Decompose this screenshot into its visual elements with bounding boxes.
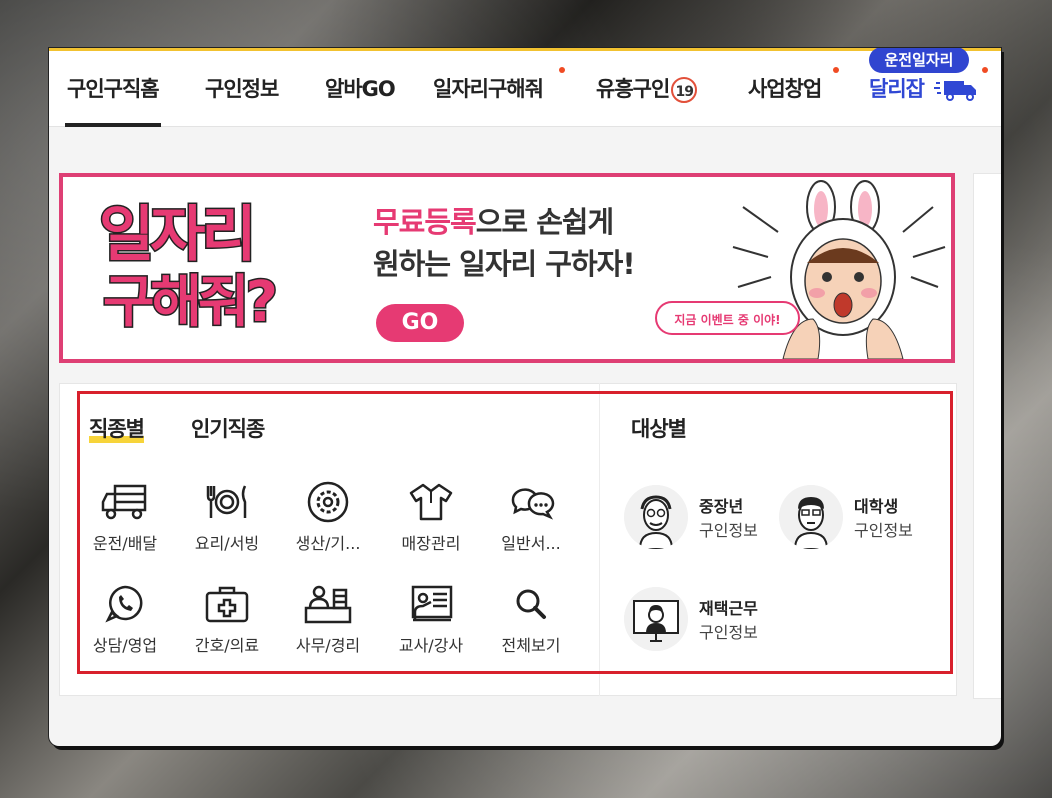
tab-label: 인기직종 xyxy=(191,417,265,441)
nav-item-business-startup[interactable]: 사업창업 xyxy=(748,73,822,103)
headline-line2: 원하는 일자리 구하자! xyxy=(373,247,636,281)
tab-by-occupation[interactable]: 직종별 xyxy=(89,413,145,443)
nav-item-dallijob[interactable]: 달리잡 xyxy=(869,73,980,103)
banner-headline: 무료등록으로 손쉽게 원하는 일자리 구하자! xyxy=(373,201,636,285)
driver-jobs-pill[interactable]: 운전일자리 xyxy=(869,48,969,73)
nav-item-find-job-for-me[interactable]: 일자리구해줘 xyxy=(433,73,544,103)
tab-label: 직종별 xyxy=(89,417,145,441)
top-navigation: 구인구직홈 구인정보 알바GO 일자리구해줘 유흥구인 19 사업창업 달리잡 운… xyxy=(49,48,1001,127)
headline-rest: 으로 손쉽게 xyxy=(475,205,614,239)
banner-title-line1: 일자리 xyxy=(98,200,259,270)
side-panel-edge xyxy=(973,173,1001,699)
headline-highlight: 무료등록 xyxy=(373,205,477,239)
nav-item-job-info[interactable]: 구인정보 xyxy=(205,73,279,103)
nav-item-entertainment-jobs[interactable]: 유흥구인 19 xyxy=(596,73,698,103)
nav-item-label: 유흥구인 xyxy=(596,77,670,101)
promo-banner[interactable]: 일자리 구해줘? 무료등록으로 손쉽게 원하는 일자리 구하자! GO 지금 이 xyxy=(59,173,955,363)
new-dot xyxy=(559,67,565,73)
nav-item-label: 달리잡 xyxy=(869,77,925,101)
nav-item-home[interactable]: 구인구직홈 xyxy=(65,73,161,127)
nav-item-alba-go[interactable]: 알바GO xyxy=(325,73,396,103)
new-dot xyxy=(982,67,988,73)
tab-popular-occupations[interactable]: 인기직종 xyxy=(191,413,265,443)
portal-card: 구인구직홈 구인정보 알바GO 일자리구해줘 유흥구인 19 사업창업 달리잡 운… xyxy=(49,48,1001,746)
banner-go-button[interactable]: GO xyxy=(376,304,464,342)
age-19-badge: 19 xyxy=(671,77,698,103)
banner-title-line2: 구해줘? xyxy=(101,270,279,335)
delivery-truck-icon xyxy=(934,81,977,101)
new-dot xyxy=(833,67,839,73)
event-speech-bubble: 지금 이벤트 중 이야! xyxy=(655,301,800,335)
